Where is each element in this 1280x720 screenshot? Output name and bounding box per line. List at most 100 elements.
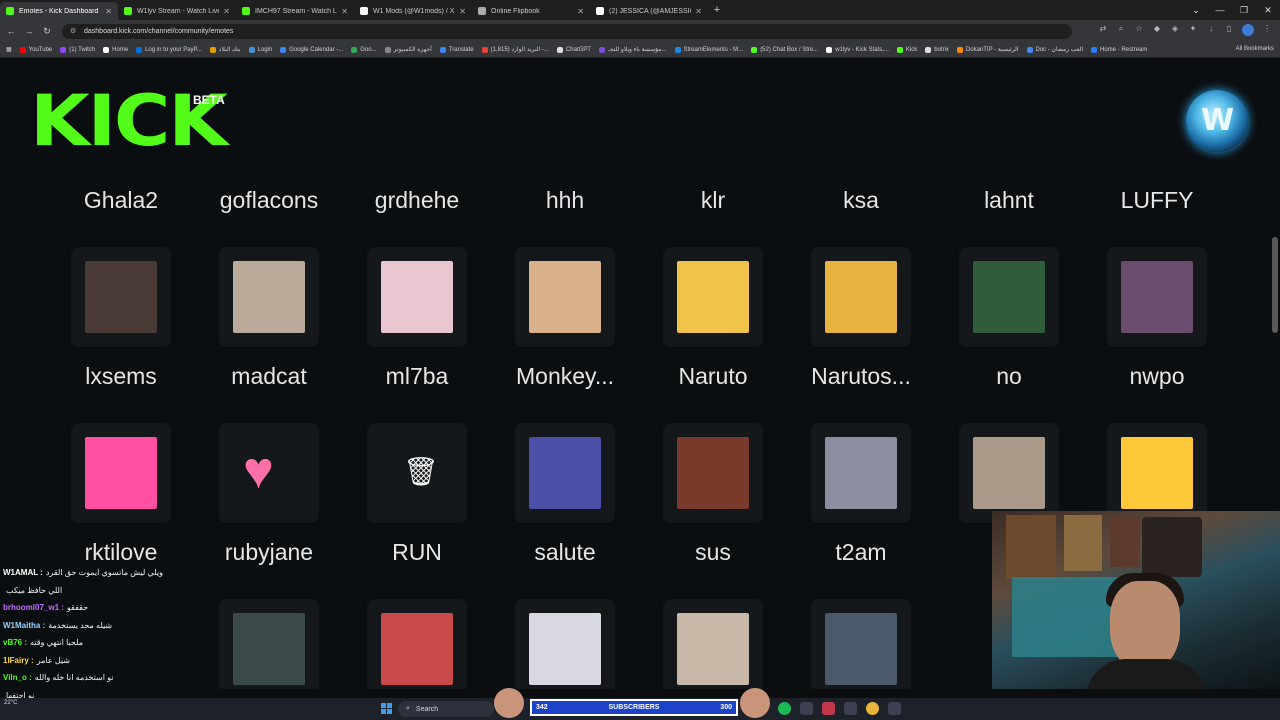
app-icon[interactable] (822, 702, 835, 715)
emote-card[interactable] (515, 423, 615, 523)
bookmark-label: StreamElements - M... (683, 46, 744, 53)
downloads-icon[interactable]: ↓ (1206, 24, 1216, 36)
bookmark-label: Doc - العب رمضان (1035, 47, 1084, 53)
taskbar-search[interactable]: ⌕ Search (398, 701, 494, 717)
new-tab-button[interactable]: + (708, 4, 726, 16)
bookmark-label: botrix (934, 46, 949, 53)
windows-start-icon[interactable] (381, 703, 392, 714)
weather-widget[interactable]: 22°C (4, 700, 17, 706)
profile-avatar[interactable] (1242, 24, 1254, 36)
bookmark-item[interactable]: DokanTIP - الرئيسية (956, 46, 1019, 53)
emote-card[interactable] (515, 599, 615, 689)
emote-card[interactable] (1107, 423, 1207, 523)
emote-card[interactable] (515, 247, 615, 347)
bookmark-label: YouTube (28, 46, 53, 53)
tab-2[interactable]: IMCH97 Stream - Watch Live o ✕ (236, 2, 354, 20)
reload-icon[interactable]: ↻ (40, 26, 54, 37)
bookmark-item[interactable]: Home - Restream (1091, 46, 1147, 53)
bookmark-item[interactable]: Translate (439, 46, 474, 53)
site-info-icon[interactable]: ⚙ (70, 27, 78, 35)
bookmark-item[interactable]: ChatGPT (556, 46, 591, 53)
emote-card[interactable]: ♥ (219, 423, 319, 523)
extension-icon[interactable]: ◆ (1152, 24, 1162, 36)
emote-card[interactable] (663, 599, 763, 689)
app-icon[interactable] (888, 702, 901, 715)
bear-emote (85, 261, 157, 333)
tab-5[interactable]: (2) JESSICA (@AMJESSICA1) / ✕ (590, 2, 708, 20)
emote-card[interactable] (959, 247, 1059, 347)
x-icon (596, 7, 604, 15)
bookmark-item[interactable]: w1lyv - Kick Stats,... (826, 46, 889, 53)
bookmark-favicon-icon (481, 46, 488, 53)
all-bookmarks-button[interactable]: All Bookmarks (1236, 46, 1274, 52)
bookmark-item[interactable]: Log in to your PayP... (136, 46, 202, 53)
emote-card[interactable] (71, 423, 171, 523)
extension-icon[interactable]: ◈ (1170, 24, 1180, 36)
bookmark-item[interactable]: YouTube (19, 46, 53, 53)
bookmark-item[interactable]: بنك البلاد (209, 46, 241, 53)
tab-search-icon[interactable]: ⌄ (1184, 0, 1208, 20)
bookmark-item[interactable]: Login (248, 46, 272, 53)
bookmark-item[interactable]: Kick (896, 46, 917, 53)
spotify-icon[interactable] (778, 702, 791, 715)
side-panel-icon[interactable]: ▯ (1224, 24, 1234, 36)
menu-icon[interactable]: ⋮ (1262, 24, 1272, 36)
close-tab-icon[interactable]: ✕ (341, 7, 348, 16)
extensions-puzzle-icon[interactable]: ✦ (1188, 24, 1198, 36)
bookmark-item[interactable]: مؤسسة باء ويلاو للتجـ... (598, 46, 667, 53)
emote-card[interactable] (219, 599, 319, 689)
bookmark-label: بنك البلاد (218, 47, 241, 53)
tab-3[interactable]: W1 Mods (@W1mods) / X ✕ (354, 2, 472, 20)
emote-card[interactable] (959, 423, 1059, 523)
forward-icon[interactable]: → (22, 26, 36, 36)
tab-0[interactable]: Emotes - Kick Dashboard ✕ (0, 2, 118, 20)
url-bar[interactable]: ⚙ dashboard.kick.com/channel/community/e… (62, 23, 1072, 39)
back-icon[interactable]: ← (4, 26, 18, 36)
chat-message: W1Maitha : شيله محد يستخدمة (0, 617, 190, 635)
translate-icon[interactable]: ⇄ (1098, 24, 1108, 36)
emote-card[interactable] (663, 423, 763, 523)
bookmark-item[interactable]: botrix (925, 46, 949, 53)
app-icon[interactable] (844, 702, 857, 715)
emote-card[interactable] (811, 599, 911, 689)
close-tab-icon[interactable]: ✕ (105, 7, 112, 16)
page-scrollbar[interactable] (1272, 237, 1278, 333)
maximize-button[interactable]: ❐ (1232, 0, 1256, 20)
bookmark-item[interactable]: StreamElements - M... (674, 46, 744, 53)
bookmark-item[interactable]: Goo... (351, 46, 377, 53)
tab-4[interactable]: Online Flipbook ✕ (472, 2, 590, 20)
window-controls: ⌄ — ❐ ✕ (1184, 0, 1280, 20)
streamer-face (1110, 581, 1180, 671)
emote-card[interactable] (1107, 247, 1207, 347)
apps-icon[interactable]: ▦ (6, 46, 12, 53)
bookmark-star-icon[interactable]: ☆ (1134, 24, 1144, 36)
poster-image (1064, 515, 1102, 571)
emote-card[interactable] (367, 599, 467, 689)
bookmark-item[interactable]: Doc - العب رمضان (1026, 46, 1084, 53)
bookmark-item[interactable]: (1) Twitch (60, 46, 95, 53)
bookmark-item[interactable]: (1,815) البريد الوارد -... (481, 46, 549, 53)
user-avatar[interactable] (1186, 90, 1248, 152)
close-tab-icon[interactable]: ✕ (459, 7, 466, 16)
emote-card[interactable] (663, 247, 763, 347)
zoom-icon[interactable]: ⌕ (1116, 24, 1126, 36)
minimize-button[interactable]: — (1208, 0, 1232, 20)
close-tab-icon[interactable]: ✕ (695, 7, 702, 16)
emote-card[interactable] (811, 247, 911, 347)
close-window-button[interactable]: ✕ (1256, 0, 1280, 20)
bookmark-item[interactable]: Google Calendar -... (280, 46, 343, 53)
thinking-face-emote (1121, 437, 1193, 509)
emote-card[interactable] (219, 247, 319, 347)
close-tab-icon[interactable]: ✕ (223, 7, 230, 16)
emote-card[interactable]: 🗑 (367, 423, 467, 523)
emote-card[interactable] (811, 423, 911, 523)
app-icon[interactable] (800, 702, 813, 715)
emote-card[interactable] (71, 247, 171, 347)
tab-1[interactable]: W1lyv Stream - Watch Live on✕ (118, 2, 236, 20)
bookmark-item[interactable]: Home (103, 46, 128, 53)
bookmark-item[interactable]: (52) Chat Box / Stre... (751, 46, 818, 53)
bookmark-item[interactable]: أجهزة الكمبيوتر (384, 46, 432, 53)
chrome-icon[interactable] (866, 702, 879, 715)
close-tab-icon[interactable]: ✕ (577, 7, 584, 16)
emote-card[interactable] (367, 247, 467, 347)
